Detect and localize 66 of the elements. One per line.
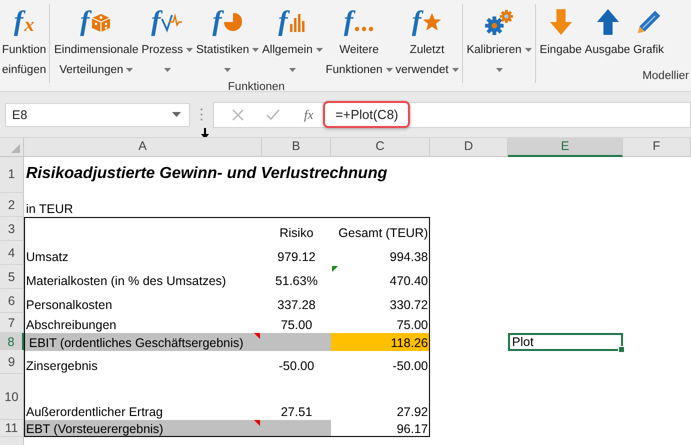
cell-text: -50.00 bbox=[392, 359, 428, 373]
ribbon-button[interactable]: Ausgabe bbox=[584, 4, 632, 60]
ribbon-button[interactable]: f Allgemein bbox=[261, 4, 324, 80]
ribbon-button[interactable]: f Prozess bbox=[140, 4, 194, 80]
cell-text: 979.12 bbox=[277, 250, 316, 264]
ribbon-button[interactable]: Grafik bbox=[632, 4, 665, 60]
cell-text: Umsatz bbox=[26, 250, 68, 264]
cell-text: 994.38 bbox=[390, 250, 428, 264]
sheet-title: Risikoadjustierte Gewinn- und Verlustrechnung bbox=[26, 164, 388, 182]
group-label: Modellier bbox=[642, 69, 689, 83]
down-arrow-cursor-icon bbox=[201, 128, 209, 139]
column-header[interactable]: D bbox=[430, 138, 508, 157]
column-header[interactable]: F bbox=[623, 138, 691, 157]
cell-text: -50.00 bbox=[278, 359, 314, 373]
ribbon-button[interactable]: f Weitere Funktionen bbox=[324, 4, 394, 80]
row-header[interactable]: 4 bbox=[0, 241, 24, 265]
cancel-icon[interactable] bbox=[232, 108, 244, 120]
cell-text: 118.26 bbox=[390, 336, 428, 350]
row-header[interactable]: 6 bbox=[0, 289, 24, 313]
cell-text: Abschreibungen bbox=[26, 318, 116, 332]
row-header[interactable]: 5 bbox=[0, 265, 24, 289]
insert-function-button[interactable]: fx bbox=[304, 106, 314, 122]
cell-text: Personalkosten bbox=[26, 298, 112, 312]
select-all-button[interactable] bbox=[0, 138, 24, 157]
cell-text: Risiko bbox=[279, 226, 314, 240]
cell-text: Materialkosten (in % des Umsatzes) bbox=[26, 274, 226, 288]
row-header[interactable]: 1 bbox=[0, 155, 24, 193]
cell-text: Zinsergebnis bbox=[26, 359, 98, 373]
cell-text: EBT (Vorsteuerergebnis) bbox=[26, 422, 164, 436]
column-header[interactable]: A bbox=[24, 138, 262, 157]
cell-text: 27.51 bbox=[280, 405, 312, 419]
group-label: Funktionen bbox=[228, 80, 285, 91]
ribbon-button[interactable]: f Statistiken bbox=[195, 4, 260, 80]
ribbon-button[interactable]: Kalibrieren bbox=[466, 4, 533, 80]
cell-text: 330.72 bbox=[390, 298, 428, 312]
row-header[interactable]: 10 bbox=[0, 374, 24, 420]
row-header[interactable]: 3 bbox=[0, 217, 24, 241]
check-icon[interactable] bbox=[266, 108, 280, 120]
grip-icon bbox=[200, 108, 203, 121]
function-icon: fx bbox=[14, 4, 34, 40]
cell-text: 75.00 bbox=[280, 318, 312, 332]
cell-text: Außerordentlicher Ertrag bbox=[26, 405, 163, 419]
column-header[interactable]: E bbox=[508, 138, 623, 157]
selected-cell[interactable]: Plot bbox=[508, 333, 623, 351]
cell-text: 75.00 bbox=[396, 318, 428, 332]
cell-text: 96.17 bbox=[396, 422, 428, 436]
cell-text: in TEUR bbox=[26, 202, 74, 216]
ribbon-button[interactable]: f Eindimensionale Verteilungen bbox=[53, 4, 140, 80]
ribbon-button[interactable]: Eingabe bbox=[538, 4, 583, 60]
formula-field[interactable]: =+Plot(C8) bbox=[323, 101, 410, 128]
cell-text: 27.92 bbox=[396, 405, 428, 419]
row-header[interactable]: 2 bbox=[0, 193, 24, 217]
cell-text: 51.63% bbox=[275, 274, 318, 288]
row-header[interactable]: 11 bbox=[0, 420, 24, 437]
row-header[interactable]: 7 bbox=[0, 313, 24, 333]
column-header[interactable]: C bbox=[331, 138, 430, 157]
cell-text: Gesamt (TEUR) bbox=[338, 226, 428, 240]
cell-text: 337.28 bbox=[277, 298, 316, 312]
column-header[interactable]: B bbox=[262, 138, 331, 157]
row-header[interactable]: 8 bbox=[0, 333, 24, 351]
cell-text: EBIT (ordentliches Geschäftsergebnis) bbox=[29, 336, 244, 350]
name-box[interactable]: E8 bbox=[5, 102, 190, 126]
cell-text: 470.40 bbox=[390, 274, 428, 288]
ribbon-button[interactable]: f Zuletzt verwendet bbox=[394, 4, 460, 80]
ribbon-button[interactable]: fx Funktion einfügen bbox=[1, 4, 48, 80]
row-header[interactable]: 9 bbox=[0, 350, 24, 374]
